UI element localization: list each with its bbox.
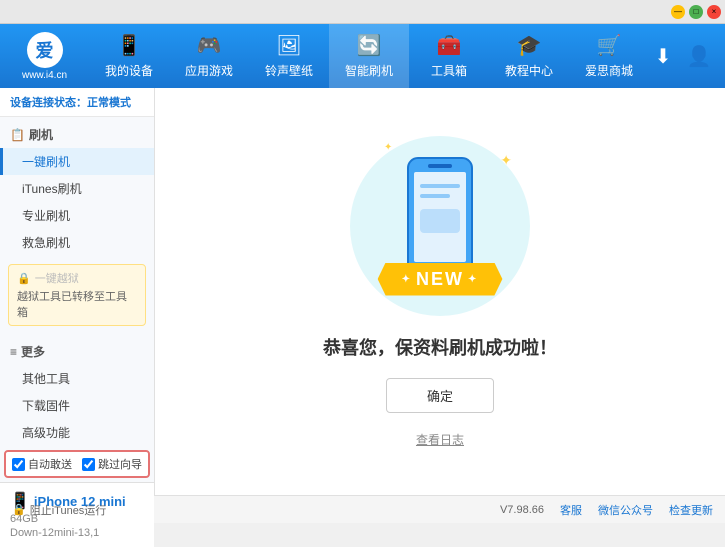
auto-send-checkbox-label[interactable]: 自动敢送 bbox=[12, 456, 72, 472]
nav-my-device-label: 我的设备 bbox=[105, 62, 153, 79]
new-ribbon: NEW bbox=[378, 263, 503, 296]
advanced-label: 高级功能 bbox=[22, 424, 70, 441]
notice-label: 一键越狱 bbox=[35, 270, 79, 286]
more-icon: ≡ bbox=[10, 345, 17, 359]
stop-itunes-icon: 🔒 bbox=[12, 503, 26, 516]
stop-itunes-label: 阻止iTunes运行 bbox=[30, 502, 107, 518]
back-daily-link[interactable]: 查看日志 bbox=[416, 431, 464, 448]
shopping-icon: 🛒 bbox=[597, 33, 622, 58]
nav-wallpaper[interactable]: 🖼 铃声壁纸 bbox=[249, 24, 329, 88]
version-label: V7.98.66 bbox=[500, 504, 544, 516]
logo-icon: 爱 bbox=[27, 32, 63, 68]
titlebar: — □ × bbox=[0, 0, 725, 24]
nav-toolbox-label: 工具箱 bbox=[431, 62, 467, 79]
flash-section-header: 📋 刷机 bbox=[0, 121, 154, 148]
download-firmware-label: 下载固件 bbox=[22, 397, 70, 414]
auto-send-checkbox[interactable] bbox=[12, 458, 25, 471]
more-section-header: ≡ 更多 bbox=[0, 338, 154, 365]
sidebar-item-pro-flash[interactable]: 专业刷机 bbox=[0, 202, 154, 229]
sparkle-1: ✦ bbox=[500, 152, 512, 169]
device-firmware: Down-12mini-13,1 bbox=[10, 527, 144, 539]
nav-smart-shop-label: 智能刷机 bbox=[345, 62, 393, 79]
stop-itunes-button[interactable]: 🔒 阻止iTunes运行 bbox=[12, 502, 106, 518]
nav-toolbox[interactable]: 🧰 工具箱 bbox=[409, 24, 489, 88]
flash-section-icon: 📋 bbox=[10, 128, 25, 142]
confirm-button[interactable]: 确定 bbox=[386, 378, 494, 413]
skip-guide-checkbox[interactable] bbox=[82, 458, 95, 471]
maximize-button[interactable]: □ bbox=[689, 5, 703, 19]
flash-section-title: 刷机 bbox=[29, 126, 53, 143]
nav-bar: 📱 我的设备 🎮 应用游戏 🖼 铃声壁纸 🔄 智能刷机 🧰 工具箱 🎓 教程中心… bbox=[89, 24, 649, 88]
sidebar-item-save-flash[interactable]: 救急刷机 bbox=[0, 229, 154, 256]
lock-icon: 🔒 bbox=[17, 272, 31, 285]
sidebar-item-download-firmware[interactable]: 下载固件 bbox=[0, 392, 154, 419]
notice-text: 越狱工具已转移至工具箱 bbox=[17, 288, 137, 320]
status-value: 正常模式 bbox=[87, 97, 131, 109]
phone-illustration: ✦ ✦ NEW bbox=[350, 136, 530, 316]
sidebar-item-other-tools[interactable]: 其他工具 bbox=[0, 365, 154, 392]
status-label: 设备连接状态： bbox=[10, 97, 87, 109]
service-link[interactable]: 客服 bbox=[560, 502, 582, 518]
update-link[interactable]: 检查更新 bbox=[669, 502, 713, 518]
sidebar-item-itunes-flash[interactable]: iTunes刷机 bbox=[0, 175, 154, 202]
nav-apps-games[interactable]: 🎮 应用游戏 bbox=[169, 24, 249, 88]
wechat-link[interactable]: 微信公众号 bbox=[598, 502, 653, 518]
itunes-flash-label: iTunes刷机 bbox=[22, 180, 82, 197]
nav-tutorial-label: 教程中心 bbox=[505, 62, 553, 79]
success-card: ✦ ✦ NEW 恭喜您，保资料刷机成功啦！ 确定 查看日志 bbox=[323, 136, 557, 448]
wallpaper-icon: 🖼 bbox=[276, 33, 301, 58]
main: 设备连接状态：正常模式 📋 刷机 一键刷机 iTunes刷机 专业刷机 救急刷机 bbox=[0, 88, 725, 495]
logo-text: www.i4.cn bbox=[22, 70, 67, 81]
my-device-icon: 📱 bbox=[117, 33, 142, 58]
nav-apps-games-label: 应用游戏 bbox=[185, 62, 233, 79]
save-flash-label: 救急刷机 bbox=[22, 234, 70, 251]
one-click-flash-label: 一键刷机 bbox=[22, 153, 70, 170]
nav-my-device[interactable]: 📱 我的设备 bbox=[89, 24, 169, 88]
statusbar-left: 🔒 阻止iTunes运行 bbox=[12, 502, 480, 518]
content-area: ✦ ✦ NEW 恭喜您，保资料刷机成功啦！ 确定 查看日志 bbox=[155, 88, 725, 495]
skip-guide-checkbox-label[interactable]: 跳过向导 bbox=[82, 456, 142, 472]
user-button[interactable]: 👤 bbox=[685, 42, 713, 70]
header: 爱 www.i4.cn 📱 我的设备 🎮 应用游戏 🖼 铃声壁纸 🔄 智能刷机 … bbox=[0, 24, 725, 88]
minimize-button[interactable]: — bbox=[671, 5, 685, 19]
skip-guide-label: 跳过向导 bbox=[98, 456, 142, 472]
nav-smart-shop[interactable]: 🔄 智能刷机 bbox=[329, 24, 409, 88]
sparkle-2: ✦ bbox=[384, 142, 392, 153]
device-status: 设备连接状态：正常模式 bbox=[0, 88, 154, 117]
nav-shopping[interactable]: 🛒 爱思商城 bbox=[569, 24, 649, 88]
checkbox-row: 自动敢送 跳过向导 bbox=[4, 450, 150, 478]
nav-wallpaper-label: 铃声壁纸 bbox=[265, 62, 313, 79]
more-section-title: 更多 bbox=[21, 343, 45, 360]
close-button[interactable]: × bbox=[707, 5, 721, 19]
other-tools-label: 其他工具 bbox=[22, 370, 70, 387]
nav-shopping-label: 爱思商城 bbox=[585, 62, 633, 79]
header-right: ⬇ 👤 bbox=[649, 42, 725, 70]
download-button[interactable]: ⬇ bbox=[649, 42, 677, 70]
success-text: 恭喜您，保资料刷机成功啦！ bbox=[323, 334, 557, 360]
tutorial-icon: 🎓 bbox=[517, 33, 542, 58]
nav-tutorial[interactable]: 🎓 教程中心 bbox=[489, 24, 569, 88]
sidebar-item-one-click-flash[interactable]: 一键刷机 bbox=[0, 148, 154, 175]
toolbox-icon: 🧰 bbox=[437, 33, 462, 58]
flash-section: 📋 刷机 一键刷机 iTunes刷机 专业刷机 救急刷机 bbox=[0, 117, 154, 260]
smart-shop-icon: 🔄 bbox=[357, 33, 382, 58]
jailbreak-notice: 🔒 一键越狱 越狱工具已转移至工具箱 bbox=[8, 264, 146, 326]
sidebar-item-advanced[interactable]: 高级功能 bbox=[0, 419, 154, 446]
apps-games-icon: 🎮 bbox=[197, 33, 222, 58]
pro-flash-label: 专业刷机 bbox=[22, 207, 70, 224]
auto-send-label: 自动敢送 bbox=[28, 456, 72, 472]
statusbar-right: V7.98.66 客服 微信公众号 检查更新 bbox=[500, 502, 713, 518]
sidebar: 设备连接状态：正常模式 📋 刷机 一键刷机 iTunes刷机 专业刷机 救急刷机 bbox=[0, 88, 155, 495]
logo[interactable]: 爱 www.i4.cn bbox=[0, 24, 89, 89]
